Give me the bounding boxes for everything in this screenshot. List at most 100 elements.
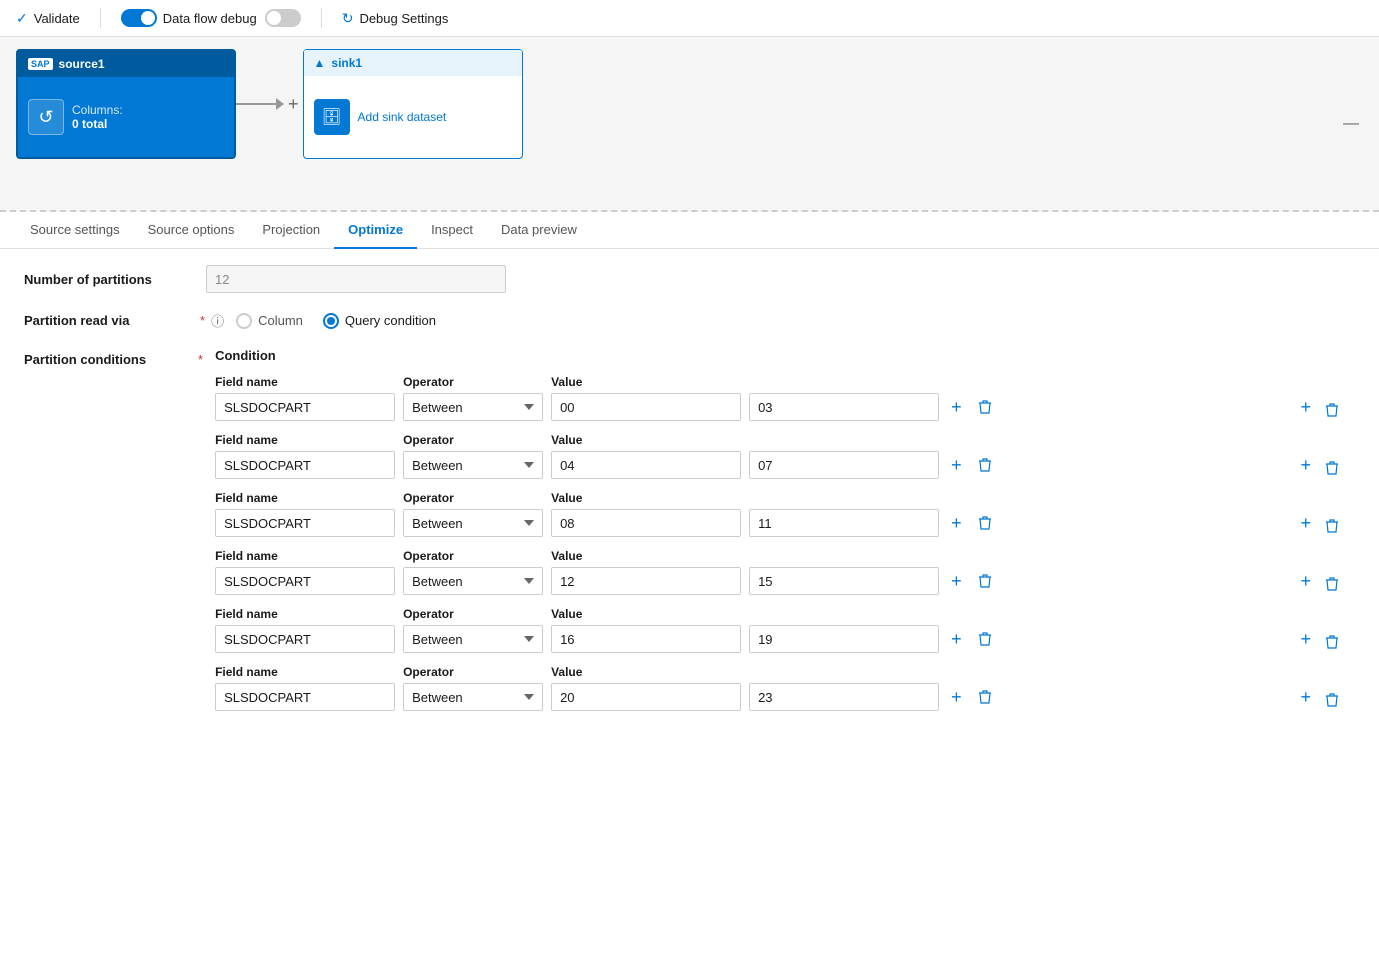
partitions-label: Number of partitions [24,272,194,287]
tab-source-settings[interactable]: Source settings [16,212,134,249]
delete-condition-btn-5[interactable] [974,629,996,649]
value2-input-6[interactable] [749,683,939,711]
value1-input-4[interactable] [551,567,741,595]
tab-inspect[interactable]: Inspect [417,212,487,249]
toolbar: ✓ Validate Data flow debug ↻ Debug Setti… [0,0,1379,37]
global-add-btn-4[interactable]: + [1296,569,1315,594]
condition-group-1: Field nameOperatorValueBetweenEqualsNot … [215,375,1343,421]
tab-data-preview[interactable]: Data preview [487,212,591,249]
toggle-knob [141,11,155,25]
delete-condition-btn-1[interactable] [974,397,996,417]
global-delete-btn-1[interactable] [1321,400,1343,420]
field-input-5[interactable] [215,625,395,653]
value1-input-2[interactable] [551,451,741,479]
global-add-btn-6[interactable]: + [1296,685,1315,710]
global-add-btn-5[interactable]: + [1296,627,1315,652]
field-input-2[interactable] [215,451,395,479]
global-delete-btn-3[interactable] [1321,516,1343,536]
operator-label-1: Operator [403,375,543,389]
source-node[interactable]: SAP source1 ↺ Columns: 0 total [16,49,236,159]
add-node-plus[interactable]: + [284,94,303,115]
toggle-on[interactable] [121,9,157,27]
value1-input-1[interactable] [551,393,741,421]
field-input-6[interactable] [215,683,395,711]
radio-query-label: Query condition [345,313,436,328]
source-node-body: ↺ Columns: 0 total [18,77,234,157]
value2-input-4[interactable] [749,567,939,595]
dataflow-debug-label: Data flow debug [163,11,257,26]
tab-optimize[interactable]: Optimize [334,212,417,249]
value2-input-2[interactable] [749,451,939,479]
add-condition-btn-4[interactable]: + [947,569,966,594]
operator-select-1[interactable]: BetweenEqualsNot EqualsGreater ThanLess … [403,393,543,421]
validate-button[interactable]: ✓ Validate [16,10,80,27]
value1-input-6[interactable] [551,683,741,711]
delete-condition-btn-6[interactable] [974,687,996,707]
toggle-off[interactable] [265,9,301,27]
value2-input-1[interactable] [749,393,939,421]
condition-group-2: Field nameOperatorValueBetweenEqualsNot … [215,433,1343,479]
arrow-connector [236,98,284,110]
global-delete-btn-5[interactable] [1321,632,1343,652]
global-delete-btn-4[interactable] [1321,574,1343,594]
field-input-4[interactable] [215,567,395,595]
sink-node[interactable]: ▲ sink1 🗄 Add sink dataset [303,49,523,159]
add-condition-btn-2[interactable]: + [947,453,966,478]
debug-settings-label: Debug Settings [359,11,448,26]
arrow-line [236,103,276,105]
condition-group-4: Field nameOperatorValueBetweenEqualsNot … [215,549,1343,595]
add-sink-text[interactable]: Add sink dataset [358,110,447,124]
partition-read-via-label: Partition read via [24,313,194,328]
tab-source-options[interactable]: Source options [134,212,249,249]
value1-input-3[interactable] [551,509,741,537]
operator-select-3[interactable]: BetweenEqualsNot EqualsGreater ThanLess … [403,509,543,537]
global-delete-btn-6[interactable] [1321,690,1343,710]
value-label-4: Value [551,549,751,563]
add-condition-btn-6[interactable]: + [947,685,966,710]
columns-label: Columns: [72,103,123,117]
delete-condition-btn-2[interactable] [974,455,996,475]
add-condition-btn-3[interactable]: + [947,511,966,536]
global-add-btn-2[interactable]: + [1296,453,1315,478]
partitions-input[interactable] [206,265,506,293]
field-name-label-4: Field name [215,549,395,563]
operator-select-4[interactable]: BetweenEqualsNot EqualsGreater ThanLess … [403,567,543,595]
radio-column[interactable]: Column [236,313,303,329]
delete-condition-btn-3[interactable] [974,513,996,533]
add-condition-btn-1[interactable]: + [947,395,966,420]
source-arrow-icon: ↺ [38,107,53,128]
tab-projection[interactable]: Projection [248,212,334,249]
operator-select-5[interactable]: BetweenEqualsNot EqualsGreater ThanLess … [403,625,543,653]
operator-select-6[interactable]: BetweenEqualsNot EqualsGreater ThanLess … [403,683,543,711]
condition-row-4: BetweenEqualsNot EqualsGreater ThanLess … [215,567,1343,595]
sap-badge: SAP [28,58,53,70]
radio-query[interactable]: Query condition [323,313,436,329]
condition-row-5: BetweenEqualsNot EqualsGreater ThanLess … [215,625,1343,653]
sink-triangle-icon: ▲ [314,56,326,70]
operator-select-2[interactable]: BetweenEqualsNot EqualsGreater ThanLess … [403,451,543,479]
global-add-btn-3[interactable]: + [1296,511,1315,536]
global-delete-btn-2[interactable] [1321,458,1343,478]
canvas-area: SAP source1 ↺ Columns: 0 total + ▲ [0,37,1379,212]
delete-condition-btn-4[interactable] [974,571,996,591]
tabs-bar: Source settings Source options Projectio… [0,212,1379,249]
value2-input-3[interactable] [749,509,939,537]
sink-node-header: ▲ sink1 [304,50,522,76]
global-add-btn-1[interactable]: + [1296,395,1315,420]
field-input-1[interactable] [215,393,395,421]
radio-column-circle[interactable] [236,313,252,329]
radio-column-label: Column [258,313,303,328]
debug-settings-button[interactable]: ↻ Debug Settings [342,10,449,27]
field-name-label-2: Field name [215,433,395,447]
minimize-bar[interactable]: — [1343,115,1359,133]
value1-input-5[interactable] [551,625,741,653]
dataflow-debug-toggle[interactable]: Data flow debug [121,9,301,27]
value2-input-5[interactable] [749,625,939,653]
radio-query-circle[interactable] [323,313,339,329]
field-input-3[interactable] [215,509,395,537]
operator-label-6: Operator [403,665,543,679]
info-icon[interactable]: ⓘ [211,311,224,330]
field-name-label-5: Field name [215,607,395,621]
debug-settings-icon: ↻ [342,10,354,27]
add-condition-btn-5[interactable]: + [947,627,966,652]
